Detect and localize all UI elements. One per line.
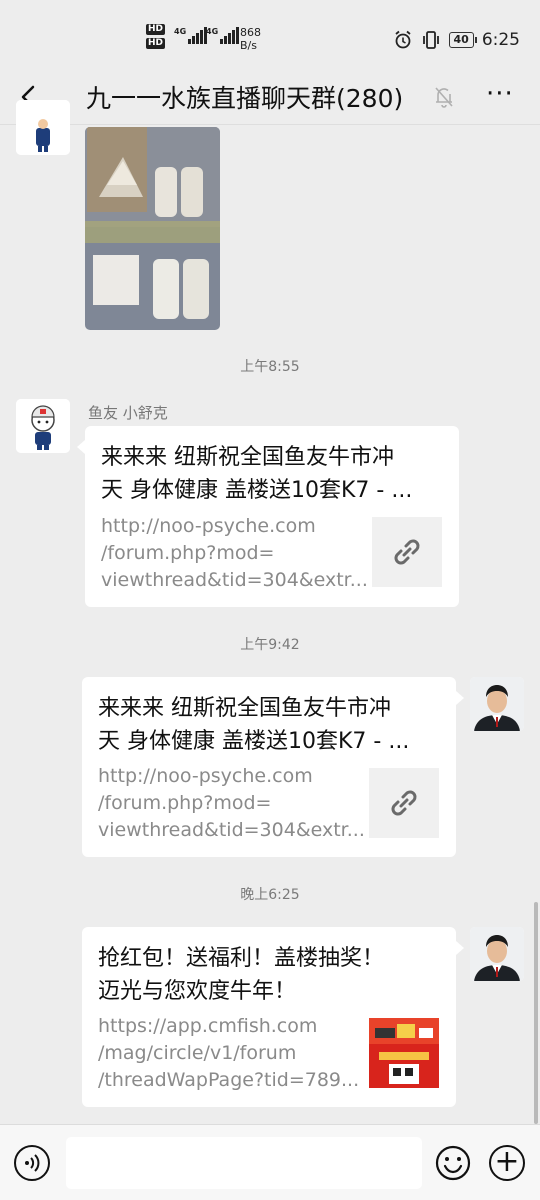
card-title-line: 来来来 纽斯祝全国鱼友牛市冲 xyxy=(98,696,391,721)
alarm-icon xyxy=(394,30,411,49)
link-thumbnail xyxy=(369,768,439,838)
timestamp: 上午8:55 xyxy=(240,359,300,375)
network-speed: 868 B/s xyxy=(240,26,261,52)
link-card[interactable]: 抢红包！送福利！盖楼抽奖！ 迈光与您欢度牛年！ https://app.cmfi… xyxy=(82,927,456,1107)
card-url-line: http://noo-psyche.com xyxy=(101,515,316,537)
self-avatar[interactable] xyxy=(470,927,524,981)
card-url-line: /forum.php?mod= xyxy=(98,792,272,814)
timestamp: 上午9:42 xyxy=(240,637,300,653)
card-url-line: /forum.php?mod= xyxy=(101,542,275,564)
card-url-line: https://app.cmfish.com xyxy=(98,1015,318,1037)
link-thumbnail-image xyxy=(369,1018,439,1088)
status-bar: HD HD 4G 4G 868 B/s 40 6:25 xyxy=(0,0,540,70)
card-title-line: 迈光与您欢度牛年！ xyxy=(98,979,297,1004)
bubble-tail xyxy=(456,691,464,705)
link-card[interactable]: 来来来 纽斯祝全国鱼友牛市冲 天 身体健康 盖楼送10套K7 - ... htt… xyxy=(82,677,456,857)
card-url-line: http://noo-psyche.com xyxy=(98,765,313,787)
shared-photo[interactable] xyxy=(85,127,220,330)
sim1-hd-badge: HD xyxy=(146,24,166,35)
chat-title: 九一一水族直播聊天群(280) xyxy=(86,84,404,113)
self-avatar[interactable] xyxy=(470,677,524,731)
link-icon xyxy=(394,539,420,565)
link-icon xyxy=(391,790,417,816)
message-input[interactable] xyxy=(66,1137,422,1189)
chat-header: 九一一水族直播聊天群(280) ··· xyxy=(0,70,540,125)
status-right: 40 6:25 xyxy=(393,30,520,50)
input-bar: + xyxy=(0,1124,540,1200)
vibrate-icon xyxy=(422,31,439,49)
link-thumbnail xyxy=(372,517,442,587)
signal-1-icon: 4G xyxy=(174,27,208,44)
card-title-line: 天 身体健康 盖楼送10套K7 - ... xyxy=(98,729,410,754)
sender-avatar[interactable] xyxy=(16,100,70,155)
card-url-line: viewthread&tid=304&extr... xyxy=(101,569,368,591)
sim2-hd-badge: HD xyxy=(146,38,166,49)
signal-2-icon: 4G xyxy=(206,27,240,44)
timestamp: 晚上6:25 xyxy=(240,887,300,903)
card-title-line: 来来来 纽斯祝全国鱼友牛市冲 xyxy=(101,445,394,470)
sender-avatar[interactable] xyxy=(16,399,70,453)
more-options-button[interactable]: ··· xyxy=(486,81,518,110)
sim-indicators: HD HD xyxy=(146,24,166,49)
clock: 6:25 xyxy=(481,30,520,50)
bubble-tail xyxy=(77,440,85,454)
sender-name: 鱼友 小舒克 xyxy=(88,404,168,422)
card-url-line: /mag/circle/v1/forum xyxy=(98,1042,297,1064)
bubble-tail xyxy=(456,941,464,955)
battery-indicator: 40 xyxy=(448,32,478,48)
bell-off-icon xyxy=(435,87,453,108)
card-url-line: /threadWapPage?tid=789... xyxy=(98,1069,360,1091)
voice-icon[interactable] xyxy=(14,1145,50,1181)
card-title-line: 天 身体健康 盖楼送10套K7 - ... xyxy=(101,478,413,503)
card-url-line: viewthread&tid=304&extr... xyxy=(98,819,365,841)
link-card[interactable]: 来来来 纽斯祝全国鱼友牛市冲 天 身体健康 盖楼送10套K7 - ... htt… xyxy=(85,426,459,607)
plus-icon[interactable]: + xyxy=(489,1145,525,1181)
scrollbar[interactable] xyxy=(534,902,538,1124)
smiley-icon[interactable] xyxy=(435,1145,471,1181)
card-title-line: 抢红包！送福利！盖楼抽奖！ xyxy=(98,946,385,971)
